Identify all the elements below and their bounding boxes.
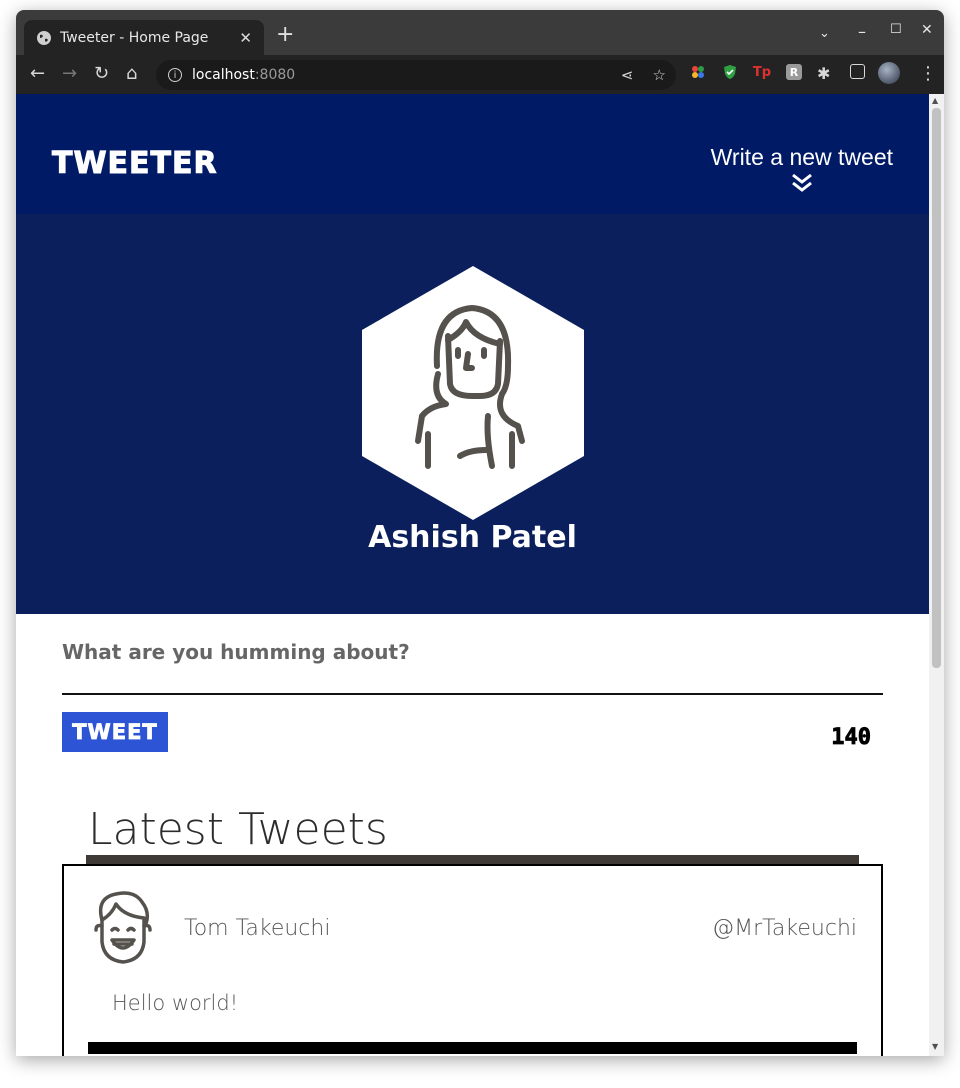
- side-panel-icon[interactable]: [850, 64, 865, 79]
- tweet-button[interactable]: TWEET: [62, 712, 168, 752]
- r-extension-icon[interactable]: R: [786, 64, 802, 80]
- tweet-author-avatar: [94, 891, 152, 964]
- reload-icon[interactable]: ↻: [94, 63, 109, 84]
- omnibox-actions: ⋖ ☆: [621, 66, 666, 84]
- extension-colorful-icon[interactable]: [690, 64, 706, 80]
- scroll-up-icon[interactable]: ▲: [932, 96, 938, 105]
- page-viewport: TWEETER Write a new tweet Ashish Patel W…: [16, 94, 929, 1056]
- site-nav: TWEETER Write a new tweet: [16, 94, 929, 214]
- browser-tab[interactable]: Tweeter - Home Page ✕: [24, 20, 264, 55]
- browser-tabbar: Tweeter - Home Page ✕ + ⌄ – ☐ ✕: [16, 10, 944, 55]
- latest-tweets-title: Latest Tweets: [88, 804, 388, 855]
- scroll-down-icon[interactable]: ▼: [932, 1042, 938, 1051]
- new-tab-icon[interactable]: +: [276, 24, 294, 46]
- tab-close-icon[interactable]: ✕: [239, 29, 252, 47]
- url-host: localhost: [192, 67, 255, 83]
- write-tweet-label: Write a new tweet: [710, 144, 893, 170]
- url-port: :8080: [254, 67, 296, 83]
- char-counter: 140: [831, 725, 872, 751]
- shield-icon[interactable]: [722, 64, 738, 80]
- browser-toolbar: ← → ↻ ⌂ i localhost:8080 ⋖ ☆ Tp R ✱ ⋮: [16, 55, 944, 94]
- tweet-textarea[interactable]: What are you humming about?: [62, 640, 410, 664]
- forward-icon[interactable]: →: [62, 63, 77, 84]
- section-divider: [86, 855, 859, 864]
- tp-extension-icon[interactable]: Tp: [753, 64, 771, 80]
- tab-search-icon[interactable]: ⌄: [819, 26, 830, 41]
- menu-kebab-icon[interactable]: ⋮: [919, 63, 937, 84]
- site-info-icon[interactable]: i: [168, 68, 182, 82]
- profile-name: Ashish Patel: [368, 520, 577, 555]
- puzzle-extensions-icon[interactable]: ✱: [817, 64, 830, 83]
- back-icon[interactable]: ←: [30, 63, 45, 84]
- address-url: localhost:8080: [192, 67, 295, 83]
- profile-avatar: [362, 266, 584, 520]
- maximize-icon[interactable]: ☐: [890, 22, 902, 37]
- tweet-author-handle: @MrTakeuchi: [712, 916, 857, 941]
- tweet-footer: [88, 1042, 857, 1054]
- page-scrollbar[interactable]: ▲ ▼: [929, 94, 944, 1056]
- scrollbar-thumb[interactable]: [932, 108, 941, 668]
- home-icon[interactable]: ⌂: [126, 63, 137, 84]
- profile-header: Ashish Patel: [16, 214, 929, 614]
- textarea-underline: [62, 693, 883, 695]
- brand-logo[interactable]: TWEETER: [52, 146, 218, 182]
- globe-icon: [37, 30, 51, 45]
- profile-avatar-icon[interactable]: [878, 62, 900, 84]
- write-tweet-link[interactable]: Write a new tweet: [711, 144, 893, 193]
- minimize-icon[interactable]: –: [858, 22, 866, 41]
- address-bar[interactable]: i localhost:8080 ⋖ ☆: [156, 60, 676, 90]
- bookmark-star-icon[interactable]: ☆: [653, 66, 666, 84]
- browser-window: Tweeter - Home Page ✕ + ⌄ – ☐ ✕ ← → ↻ ⌂ …: [16, 10, 944, 1056]
- close-window-icon[interactable]: ✕: [921, 22, 933, 38]
- tweet-author-name: Tom Takeuchi: [184, 916, 331, 941]
- tweet-card: Tom Takeuchi @MrTakeuchi Hello world!: [62, 864, 883, 1056]
- tab-title: Tweeter - Home Page: [60, 29, 209, 46]
- share-icon[interactable]: ⋖: [621, 66, 634, 84]
- tweet-text: Hello world!: [112, 991, 239, 1015]
- double-chevron-down-icon: [791, 173, 812, 192]
